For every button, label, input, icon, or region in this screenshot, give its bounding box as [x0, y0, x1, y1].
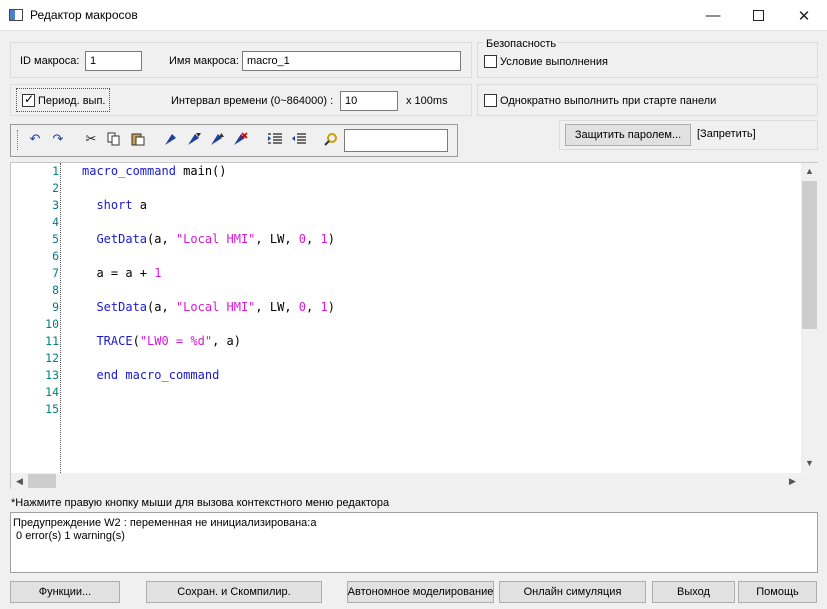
output-warning: Предупреждение W2 : переменная не инициа…: [13, 517, 317, 529]
horizontal-scrollbar[interactable]: ◀ ▶: [11, 473, 801, 489]
online-simulation-button[interactable]: Онлайн симуляция: [499, 581, 646, 603]
bookmark-next-icon[interactable]: [186, 131, 202, 147]
code-line[interactable]: macro_command main(): [82, 164, 227, 178]
interval-unit: x 100ms: [406, 95, 448, 107]
functions-button[interactable]: Функции...: [10, 581, 120, 603]
scroll-left-icon[interactable]: ◀: [11, 473, 28, 489]
indent-icon[interactable]: [267, 131, 283, 147]
save-compile-button[interactable]: Сохран. и Скомпилир.: [146, 581, 322, 603]
line-number: 3: [52, 198, 59, 212]
line-number: 5: [52, 232, 59, 246]
gutter-divider: [60, 163, 61, 473]
outdent-icon[interactable]: [291, 131, 307, 147]
run-once-checkbox[interactable]: [484, 94, 497, 107]
toolbar-grip: [17, 130, 18, 150]
line-number: 10: [45, 317, 59, 331]
line-number: 8: [52, 283, 59, 297]
periodic-label: Период. вып.: [38, 95, 106, 107]
scroll-down-icon[interactable]: ▼: [801, 455, 818, 471]
macro-name-input[interactable]: [242, 51, 461, 71]
line-number: 7: [52, 266, 59, 280]
output-summary: 0 error(s) 1 warning(s): [13, 530, 125, 542]
vertical-scroll-thumb[interactable]: [802, 181, 817, 329]
condition-checkbox[interactable]: [484, 55, 497, 68]
offline-simulation-button[interactable]: Автономное моделирование: [347, 581, 494, 603]
condition-label: Условие выполнения: [500, 56, 608, 68]
code-line[interactable]: a = a + 1: [82, 266, 161, 280]
find-input[interactable]: [344, 129, 448, 152]
run-once-label: Однократно выполнить при старте панели: [500, 95, 717, 107]
app-icon: [9, 9, 23, 21]
macro-name-label: Имя макроса:: [169, 55, 239, 67]
password-button[interactable]: Защитить паролем...: [565, 124, 691, 146]
interval-label: Интервал времени (0~864000) :: [171, 95, 334, 107]
copy-icon[interactable]: [106, 131, 122, 147]
code-line[interactable]: TRACE("LW0 = %d", a): [82, 334, 241, 348]
scroll-up-icon[interactable]: ▲: [801, 163, 818, 179]
security-title: Безопасность: [484, 38, 559, 50]
minimize-button[interactable]: —: [690, 0, 736, 31]
line-number: 11: [45, 334, 59, 348]
code-line[interactable]: SetData(a, "Local HMI", LW, 0, 1): [82, 300, 334, 314]
line-number: 4: [52, 215, 59, 229]
line-number: 6: [52, 249, 59, 263]
maximize-icon: [752, 10, 764, 21]
compile-output[interactable]: Предупреждение W2 : переменная не инициа…: [10, 512, 818, 573]
bookmark-prev-icon[interactable]: [209, 131, 225, 147]
horizontal-scroll-thumb[interactable]: [28, 474, 56, 488]
code-line[interactable]: end macro_command: [82, 368, 219, 382]
find-icon[interactable]: [323, 131, 339, 147]
redo-icon[interactable]: ↷: [50, 131, 66, 147]
scroll-right-icon[interactable]: ▶: [784, 473, 801, 489]
line-number: 9: [52, 300, 59, 314]
code-line[interactable]: GetData(a, "Local HMI", LW, 0, 1): [82, 232, 334, 246]
interval-input[interactable]: [340, 91, 398, 111]
line-number-gutter: 1 2 3 4 5 6 7 8 9 10 11 12 13 14 15: [11, 163, 59, 473]
exit-button[interactable]: Выход: [652, 581, 735, 603]
undo-icon[interactable]: ↶: [27, 131, 43, 147]
scroll-corner: [801, 473, 818, 489]
cut-icon[interactable]: ✂: [83, 131, 99, 147]
periodic-checkbox[interactable]: [22, 92, 35, 107]
code-line[interactable]: short a: [82, 198, 147, 212]
line-number: 14: [45, 385, 59, 399]
line-number: 15: [45, 402, 59, 416]
bookmark-toggle-icon[interactable]: [163, 131, 179, 147]
line-number: 1: [52, 164, 59, 178]
security-status: [Запретить]: [697, 128, 756, 140]
window-title: Редактор макросов: [30, 8, 138, 22]
help-button[interactable]: Помощь: [738, 581, 817, 603]
bookmark-clear-icon[interactable]: [232, 131, 248, 147]
macro-id-label: ID макроса:: [20, 55, 80, 67]
line-number: 12: [45, 351, 59, 365]
close-button[interactable]: ✕: [781, 0, 827, 31]
macro-id-input[interactable]: [85, 51, 142, 71]
title-bar: Редактор макросов — ✕: [0, 0, 827, 31]
code-editor[interactable]: 1 2 3 4 5 6 7 8 9 10 11 12 13 14 15 macro_command main…: [10, 162, 818, 489]
maximize-button[interactable]: [735, 0, 781, 31]
paste-icon[interactable]: [130, 131, 146, 147]
line-number: 2: [52, 181, 59, 195]
line-number: 13: [45, 368, 59, 382]
editor-hint: *Нажмите правую кнопку мыши для вызова к…: [11, 497, 390, 509]
